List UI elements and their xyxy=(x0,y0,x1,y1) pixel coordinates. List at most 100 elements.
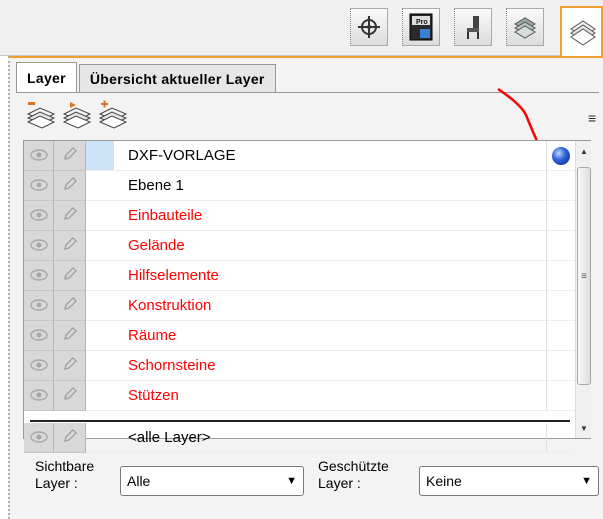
layers-stack-button[interactable] xyxy=(506,8,544,46)
layer-row[interactable]: Einbauteile xyxy=(24,201,575,231)
visibility-toggle[interactable] xyxy=(24,321,54,351)
pencil-icon xyxy=(62,176,78,195)
layer-name: DXF-VORLAGE xyxy=(114,141,546,171)
pencil-icon xyxy=(62,428,78,447)
layer-color-cell xyxy=(86,423,114,453)
layer-name: <alle Layer> xyxy=(114,423,546,453)
scrollbar-thumb[interactable]: ≡ xyxy=(577,167,591,385)
layer-list-scrollbar[interactable]: ▲ ≡ ▼ xyxy=(575,141,591,438)
current-layer-cell[interactable] xyxy=(546,261,575,291)
layer-list: DXF-VORLAGE Ebene 1 Einbauteile Gelände Hilf… xyxy=(23,140,591,453)
current-layer-cell[interactable] xyxy=(546,201,575,231)
protected-label-line1: Geschützte xyxy=(318,458,389,474)
current-layer-cell[interactable] xyxy=(546,321,575,351)
edit-toggle[interactable] xyxy=(54,321,86,351)
add-layer-button[interactable] xyxy=(98,100,128,130)
visibility-toggle[interactable] xyxy=(24,381,54,411)
visibility-toggle[interactable] xyxy=(24,231,54,261)
pro-button[interactable]: Pro xyxy=(402,8,440,46)
crosshair-icon xyxy=(358,16,380,38)
layer-row[interactable]: Konstruktion xyxy=(24,291,575,321)
layer-row[interactable]: Räume xyxy=(24,321,575,351)
layer-toolbar xyxy=(26,100,128,130)
chevron-down-icon: ▼ xyxy=(286,475,297,487)
eye-icon xyxy=(29,148,48,164)
layer-row[interactable]: Hilfselemente xyxy=(24,261,575,291)
visibility-toggle[interactable] xyxy=(24,201,54,231)
current-layer-dot-icon xyxy=(552,147,570,165)
pencil-icon xyxy=(62,266,78,285)
layer-name: Konstruktion xyxy=(114,291,546,321)
pro-label: Pro xyxy=(416,19,428,26)
current-layer-cell[interactable] xyxy=(546,231,575,261)
crosshair-button[interactable] xyxy=(350,8,388,46)
move-layer-button[interactable] xyxy=(62,100,92,130)
edit-toggle[interactable] xyxy=(54,261,86,291)
layer-row[interactable]: Schornsteine xyxy=(24,351,575,381)
tab-layer[interactable]: Layer xyxy=(16,62,77,92)
current-layer-cell[interactable] xyxy=(546,381,575,411)
eye-icon xyxy=(29,238,48,254)
visibility-toggle[interactable] xyxy=(24,141,54,171)
edit-toggle[interactable] xyxy=(54,141,86,171)
current-layer-cell[interactable] xyxy=(546,423,575,453)
layer-name: Ebene 1 xyxy=(114,171,546,201)
current-layer-cell[interactable] xyxy=(546,141,575,171)
panel-tabs: Layer Übersicht aktueller Layer xyxy=(16,62,276,92)
layer-name: Einbauteile xyxy=(114,201,546,231)
visibility-toggle[interactable] xyxy=(24,171,54,201)
eye-icon xyxy=(29,328,48,344)
remove-layer-button[interactable] xyxy=(26,100,56,130)
layer-name: Schornsteine xyxy=(114,351,546,381)
current-layer-cell[interactable] xyxy=(546,171,575,201)
pro-icon xyxy=(409,13,433,41)
current-layer-cell[interactable] xyxy=(546,351,575,381)
protected-label-line2: Layer : xyxy=(318,475,361,491)
current-layer-cell[interactable] xyxy=(546,291,575,321)
layers-icon xyxy=(569,20,596,46)
tab-overview-current-layer[interactable]: Übersicht aktueller Layer xyxy=(78,64,276,92)
edit-toggle[interactable] xyxy=(54,291,86,321)
chair-icon xyxy=(467,16,479,39)
layer-remove-icon xyxy=(26,102,56,129)
edit-toggle[interactable] xyxy=(54,231,86,261)
eye-icon xyxy=(29,268,48,284)
scroll-up-icon[interactable]: ▲ xyxy=(576,143,592,159)
layer-list-separator xyxy=(30,420,570,422)
panel-menu-icon[interactable]: ≡ xyxy=(588,110,596,126)
layer-row[interactable]: Stützen xyxy=(24,381,575,411)
chair-button[interactable] xyxy=(454,8,492,46)
layer-row[interactable]: DXF-VORLAGE xyxy=(24,141,575,171)
visibility-toggle[interactable] xyxy=(24,423,54,453)
edit-toggle[interactable] xyxy=(54,351,86,381)
scroll-down-icon[interactable]: ▼ xyxy=(576,420,592,436)
visibility-toggle[interactable] xyxy=(24,291,54,321)
layer-name: Räume xyxy=(114,321,546,351)
tab-layer-label: Layer xyxy=(27,69,66,86)
edit-toggle[interactable] xyxy=(54,381,86,411)
visible-layers-select[interactable]: Alle ▼ xyxy=(120,466,304,496)
layers-tab-button[interactable] xyxy=(560,6,603,56)
eye-icon xyxy=(29,178,48,194)
layer-name: Stützen xyxy=(114,381,546,411)
visible-layers-label: Sichtbare Layer : xyxy=(35,458,94,492)
layer-row[interactable]: Ebene 1 xyxy=(24,171,575,201)
visibility-toggle[interactable] xyxy=(24,351,54,381)
pencil-icon xyxy=(62,356,78,375)
layer-move-icon xyxy=(62,102,92,129)
tab-overview-label: Übersicht aktueller Layer xyxy=(89,70,265,87)
layer-color-cell xyxy=(86,381,114,411)
edit-toggle[interactable] xyxy=(54,423,86,453)
pencil-icon xyxy=(62,236,78,255)
layer-color-cell xyxy=(86,201,114,231)
edit-toggle[interactable] xyxy=(54,201,86,231)
visibility-toggle[interactable] xyxy=(24,261,54,291)
layer-name: Gelände xyxy=(114,231,546,261)
protected-layers-select[interactable]: Keine ▼ xyxy=(419,466,599,496)
edit-toggle[interactable] xyxy=(54,171,86,201)
visible-label-line1: Sichtbare xyxy=(35,458,95,474)
layer-row[interactable]: Gelände xyxy=(24,231,575,261)
layer-color-cell xyxy=(86,321,114,351)
pencil-icon xyxy=(62,326,78,345)
layer-row[interactable]: <alle Layer> xyxy=(24,423,575,453)
